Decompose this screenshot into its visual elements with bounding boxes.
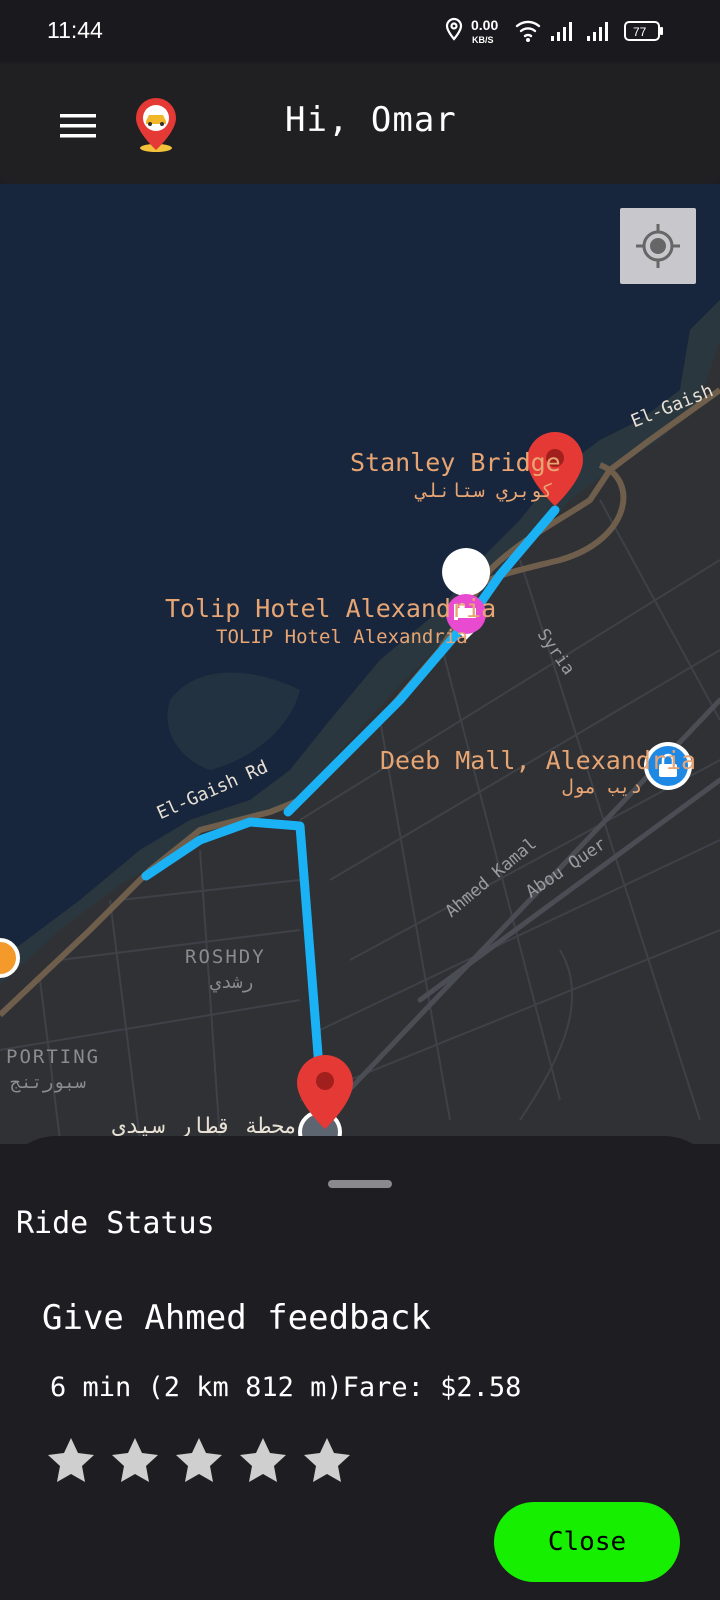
deeb-mall-label: Deeb Mall, Alexandria <box>380 746 697 775</box>
roshdy-label-ar: رشدي <box>210 972 254 993</box>
orange-poi-icon <box>0 938 20 978</box>
location-icon <box>445 17 463 41</box>
status-time: 11:44 <box>47 17 103 43</box>
star-icon[interactable] <box>46 1436 96 1486</box>
feedback-title: Give Ahmed feedback <box>42 1298 431 1338</box>
sporting-label: PORTING <box>6 1046 101 1068</box>
battery-level: 77 <box>633 25 647 39</box>
sheet-drag-handle[interactable] <box>328 1180 392 1188</box>
deeb-mall-label-ar: ديب مول <box>562 776 643 798</box>
sporting-label-ar: سبورتنج <box>10 1072 86 1093</box>
menu-icon[interactable] <box>60 112 96 140</box>
tolip-hotel-label: Tolip Hotel Alexandria <box>165 594 497 623</box>
stanley-bridge-label-ar: كوبري ستانلي <box>416 480 554 502</box>
stanley-bridge-label: Stanley Bridge <box>350 448 561 477</box>
crosshair-icon <box>636 224 680 268</box>
star-icon[interactable] <box>174 1436 224 1486</box>
map-view[interactable]: Stanley Bridge كوبري ستانلي Tolip Hotel … <box>0 184 720 1144</box>
status-icons: 0.00 KB/S 77 <box>445 17 663 45</box>
star-icon[interactable] <box>302 1436 352 1486</box>
signal-icon-2 <box>587 22 608 41</box>
rating-stars <box>46 1436 352 1486</box>
net-speed-unit: KB/S <box>472 35 494 45</box>
sheet-title: Ride Status <box>16 1206 215 1241</box>
roshdy-label: ROSHDY <box>185 946 266 968</box>
star-icon[interactable] <box>238 1436 288 1486</box>
star-icon[interactable] <box>110 1436 160 1486</box>
battery-icon: 77 <box>624 21 663 41</box>
trip-info: 6 min (2 km 812 m)Fare: $2.58 <box>50 1372 522 1403</box>
tolip-hotel-sublabel: TOLIP Hotel Alexandria <box>216 626 468 648</box>
net-speed-value: 0.00 <box>471 17 498 33</box>
signal-icon-1 <box>551 22 572 41</box>
greeting-text: Hi, Omar <box>285 100 457 140</box>
taxi-logo-icon <box>136 98 176 152</box>
wifi-icon <box>515 20 541 38</box>
map-canvas[interactable] <box>0 184 720 1144</box>
status-bar: 11:44 0.00 KB/S 77 <box>0 0 720 62</box>
my-location-button[interactable] <box>620 208 696 284</box>
close-button[interactable]: Close <box>494 1502 680 1582</box>
